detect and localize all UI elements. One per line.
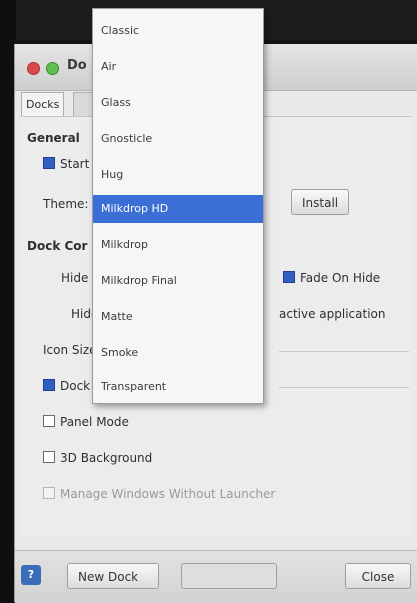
new-dock-button[interactable]: New Dock [67, 563, 159, 589]
background-3d-label: 3D Background [60, 451, 153, 465]
menu-item[interactable]: Smoke [93, 339, 263, 367]
theme-label: Theme: [43, 197, 89, 211]
bottom-bar: ? New Dock Close [15, 550, 417, 603]
active-application-label: active application [279, 307, 386, 321]
icon-size-slider[interactable] [279, 351, 409, 352]
theme-dropdown-menu: Classic Air Glass Gnosticle Hug Milkdrop… [92, 8, 264, 404]
menu-item[interactable]: Matte [93, 303, 263, 331]
panel-mode-checkbox[interactable] [43, 415, 55, 427]
panel-mode-row[interactable]: Panel Mode [43, 415, 129, 429]
dock-item-label: Dock [60, 379, 91, 393]
help-icon[interactable]: ? [21, 565, 41, 585]
fade-on-hide-row[interactable]: Fade On Hide [283, 271, 380, 285]
disabled-button [181, 563, 277, 589]
manage-windows-row: Manage Windows Without Launcher [43, 487, 275, 501]
window-title: Do [67, 58, 87, 73]
dock-checkbox[interactable] [43, 379, 55, 391]
menu-item[interactable]: Classic [93, 17, 263, 45]
dock-config-header: Dock Cor [27, 239, 88, 253]
start-label: Start [60, 157, 90, 171]
panel-mode-label: Panel Mode [60, 415, 129, 429]
icon-size-label: Icon Size [43, 343, 97, 357]
close-window-icon[interactable] [27, 62, 40, 75]
fade-on-hide-label: Fade On Hide [300, 271, 381, 285]
start-checkbox[interactable] [43, 157, 55, 169]
install-button[interactable]: Install [291, 189, 350, 215]
fade-on-hide-checkbox[interactable] [283, 271, 295, 283]
menu-item[interactable]: Hug [93, 161, 263, 189]
menu-item[interactable]: Milkdrop Final [93, 267, 263, 295]
menu-item[interactable]: Milkdrop [93, 231, 263, 259]
install-label: Install [302, 196, 339, 210]
separator [279, 387, 409, 388]
maximize-window-icon[interactable] [46, 62, 59, 75]
start-checkbox-row[interactable]: Start [43, 157, 89, 171]
dock-checkbox-row[interactable]: Dock [43, 379, 90, 393]
background-3d-row[interactable]: 3D Background [43, 451, 152, 465]
menu-item[interactable]: Transparent [93, 373, 263, 401]
menu-item[interactable]: Gnosticle [93, 125, 263, 153]
new-dock-label: New Dock [78, 570, 139, 584]
close-button[interactable]: Close [345, 563, 411, 589]
manage-windows-checkbox [43, 487, 55, 499]
general-header: General [27, 131, 80, 145]
close-label: Close [361, 570, 395, 584]
menu-item-selected[interactable]: Milkdrop HD [93, 195, 263, 223]
hide-mode-label: Hide [61, 271, 89, 285]
background-3d-checkbox[interactable] [43, 451, 55, 463]
tab-docks[interactable]: Docks [21, 92, 65, 117]
menu-item[interactable]: Air [93, 53, 263, 81]
menu-item[interactable]: Glass [93, 89, 263, 117]
manage-windows-label: Manage Windows Without Launcher [60, 487, 276, 501]
